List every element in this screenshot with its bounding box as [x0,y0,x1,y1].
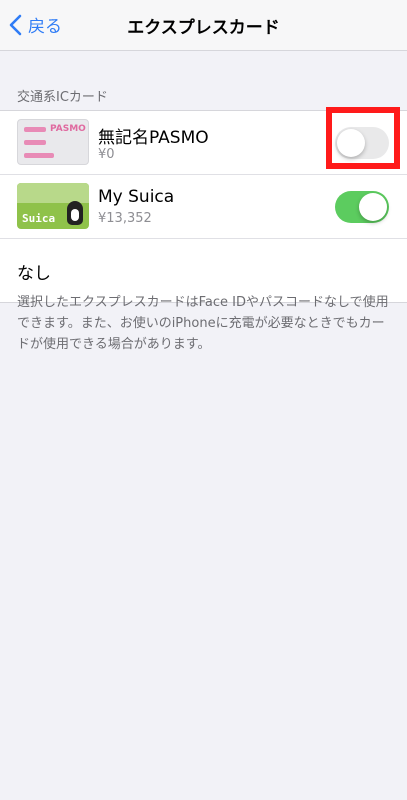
pasmo-card-image: PASMO [17,119,89,165]
toggle-knob [359,193,387,221]
card-row-suica[interactable]: Suica My Suica ¥13,352 [0,175,407,239]
suica-express-toggle[interactable] [335,191,389,223]
card-balance: ¥0 [98,147,115,162]
card-name: 無記名PASMO [98,128,209,148]
pasmo-card-art-label: PASMO [50,124,86,134]
navigation-bar: 戻る エクスプレスカード [0,0,407,51]
penguin-icon [67,201,83,225]
section-label: 交通系ICカード [17,90,108,105]
none-label: なし [17,264,51,284]
card-name: My Suica [98,187,175,207]
suica-card-image: Suica [17,183,89,229]
page-title: エクスプレスカード [127,18,280,38]
suica-card-art-label: Suica [22,212,56,225]
card-balance: ¥13,352 [98,211,152,226]
footer-description: 選択したエクスプレスカードはFace IDやパスコードなしで使用できます。また、… [17,295,389,352]
highlight-box [326,107,400,169]
